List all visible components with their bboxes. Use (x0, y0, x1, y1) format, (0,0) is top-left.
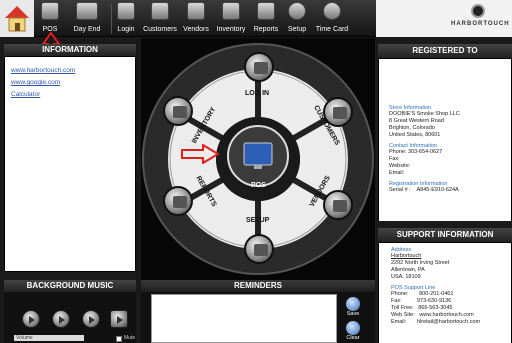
customers-icon (333, 107, 347, 119)
gear-icon (254, 244, 268, 256)
wheel-vendors-button[interactable] (323, 190, 353, 220)
store-line: United States, 80601 (389, 132, 441, 138)
save-icon (346, 297, 360, 311)
vendors-icon (187, 2, 205, 20)
serial-number: Serial # : A845-E910-624A (389, 187, 459, 193)
contact-line: Phone: 303-654-0627 (389, 149, 443, 155)
support-phone: Phone: 800-201-0461 (391, 291, 454, 297)
support-email[interactable]: Email: hlretail@harbortouch.com (391, 319, 505, 326)
support-information-panel: SUPPORT INFORMATION Address Harbortouch … (378, 228, 512, 343)
wheel-login-label: LOG IN (245, 90, 270, 97)
wheel-setup-label: SETUP (246, 217, 270, 224)
save-label: Save (346, 311, 360, 317)
support-information-title: SUPPORT INFORMATION (378, 228, 512, 242)
wheel-pos-button[interactable] (228, 126, 288, 186)
logo-mark-icon (471, 4, 485, 18)
wheel-login-button[interactable] (244, 52, 274, 82)
navigation-wheel: LOG IN CUSTOMERS VENDORS SETUP REPORTS I… (141, 38, 375, 280)
link-calculator[interactable]: Calculator (11, 91, 129, 98)
toolbar-pos-button[interactable]: POS (38, 2, 62, 36)
home-button[interactable] (0, 0, 34, 37)
toolbar-setup-button[interactable]: Setup (284, 2, 310, 36)
support-information-body: Address Harbortouch 2202 North Irving St… (379, 243, 511, 343)
information-body: www.harbortouch.com www.google.com Calcu… (5, 57, 135, 271)
toolbar-login-button[interactable]: Login (114, 2, 138, 36)
music-next-button[interactable] (82, 310, 100, 328)
registered-to-body: Store Information DOOBIE'S Smoke Shop LL… (379, 59, 511, 221)
vendors-icon (333, 200, 347, 212)
toolbar-customers-label: Customers (143, 26, 177, 33)
background-music-title: BACKGROUND MUSIC (4, 280, 136, 292)
toolbar-login-label: Login (117, 26, 135, 33)
time-card-icon (323, 2, 341, 20)
clear-label: Clear (346, 335, 360, 341)
red-arrow-right-annotation (181, 144, 219, 164)
reminders-clear-button[interactable]: Clear (342, 321, 364, 341)
support-toll-free: Toll Free: 866-563-3045 (391, 305, 453, 311)
wheel-inventory-button[interactable] (163, 96, 193, 126)
background-music-panel: BACKGROUND MUSIC Volume Mute (4, 280, 136, 343)
registered-to-panel: REGISTERED TO Store Information DOOBIE'S… (378, 44, 512, 221)
mute-checkbox[interactable] (116, 336, 122, 342)
inventory-icon (222, 2, 240, 20)
lock-icon (254, 62, 268, 74)
setup-icon (288, 2, 306, 20)
toolbar-time-card-label: Time Card (315, 26, 349, 33)
address-line: Allentown, PA (391, 267, 425, 273)
toolbar-reports-button[interactable]: Reports (250, 2, 282, 36)
logo-area: HARBORTOUCH (376, 0, 512, 37)
registered-to-title: REGISTERED TO (378, 44, 512, 58)
music-playlist-button[interactable] (110, 310, 128, 328)
top-toolbar: POS Day End Login Customers Vendors Inve… (0, 0, 512, 37)
toolbar-vendors-button[interactable]: Vendors (180, 2, 212, 36)
information-panel: INFORMATION www.harbortouch.com www.goog… (4, 44, 136, 272)
home-icon (5, 6, 29, 32)
support-website[interactable]: Web Site: www.harbortouch.com (391, 312, 505, 319)
clear-icon (346, 321, 360, 335)
reminders-title: REMINDERS (141, 280, 375, 292)
toolbar-day-end-label: Day End (73, 26, 101, 33)
link-harbortouch[interactable]: www.harbortouch.com (11, 67, 129, 74)
volume-label: Volume (16, 335, 33, 341)
day-end-icon (76, 2, 98, 20)
reminders-textarea[interactable] (151, 294, 337, 343)
login-icon (117, 2, 135, 20)
store-line: 8 Great Western Road (389, 118, 444, 124)
wheel-pos-label: POS (251, 182, 266, 189)
toolbar-separator (111, 4, 112, 34)
pos-monitor-icon (41, 2, 59, 20)
reminders-save-button[interactable]: Save (342, 297, 364, 317)
toolbar-day-end-button[interactable]: Day End (70, 2, 104, 36)
toolbar-customers-button[interactable]: Customers (141, 2, 179, 36)
wheel-reports-button[interactable] (163, 186, 193, 216)
information-title: INFORMATION (4, 44, 136, 56)
harbortouch-logo: HARBORTOUCH (451, 4, 509, 32)
contact-line: Email: (389, 170, 405, 176)
music-previous-button[interactable] (22, 310, 40, 328)
wheel-setup-button[interactable] (244, 234, 274, 264)
store-line: Brighton, Colorado (389, 125, 435, 131)
customers-icon (151, 2, 169, 20)
contact-line: Fax: (389, 156, 400, 162)
link-google[interactable]: www.google.com (11, 79, 129, 86)
music-play-button[interactable] (52, 310, 70, 328)
toolbar-inventory-label: Inventory (216, 26, 246, 33)
reminders-panel: REMINDERS Save Clear (141, 280, 375, 343)
support-fax: Fax: 973-630-9136 (391, 298, 452, 304)
logo-text: HARBORTOUCH (451, 21, 510, 27)
address-line: 2202 North Irving Street (391, 260, 450, 266)
contact-line: Website: (389, 163, 411, 169)
toolbar-time-card-button[interactable]: Time Card (312, 2, 352, 36)
reports-icon (173, 196, 187, 208)
reports-icon (257, 2, 275, 20)
toolbar-vendors-label: Vendors (183, 26, 209, 33)
toolbar-reports-label: Reports (253, 26, 279, 33)
store-line: DOOBIE'S Smoke Shop LLC (389, 111, 460, 117)
mute-label: Mute (124, 335, 136, 341)
toolbar-inventory-button[interactable]: Inventory (213, 2, 249, 36)
inventory-icon (173, 106, 187, 118)
toolbar-setup-label: Setup (287, 26, 307, 33)
address-line: USA, 18109 (391, 274, 421, 280)
address-line: Harbortouch (391, 253, 422, 259)
